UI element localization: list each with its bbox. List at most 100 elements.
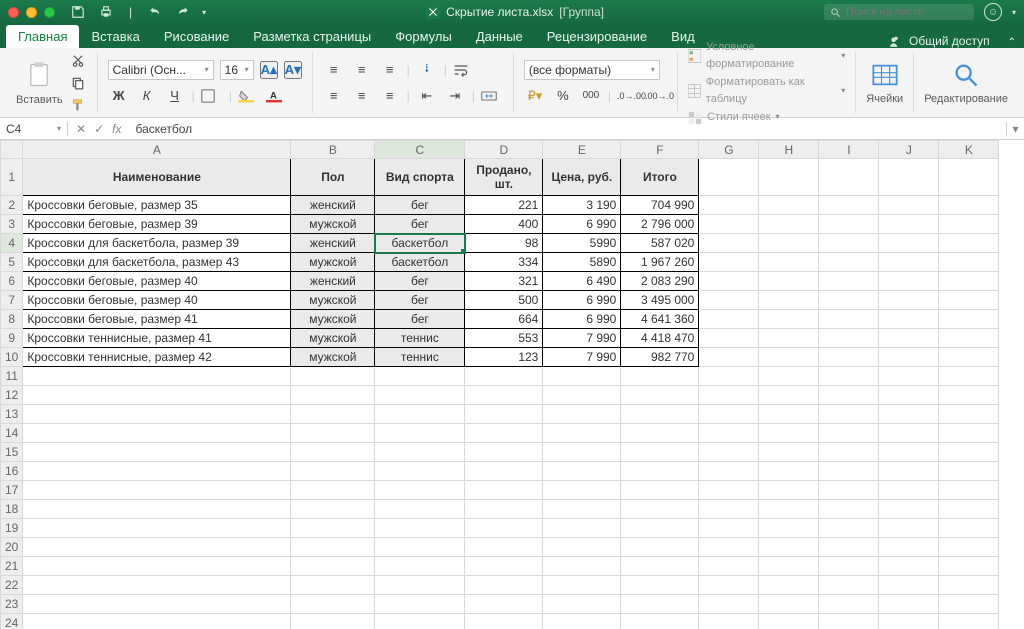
tab-insert[interactable]: Вставка — [79, 25, 151, 48]
cell[interactable] — [759, 405, 819, 424]
row-4[interactable]: 4Кроссовки для баскетбола, размер 39женс… — [1, 234, 999, 253]
cell[interactable] — [699, 405, 759, 424]
cell[interactable] — [375, 424, 465, 443]
row-header[interactable]: 20 — [1, 538, 23, 557]
merge-cells-icon[interactable] — [481, 86, 503, 106]
cell[interactable] — [375, 443, 465, 462]
cell[interactable]: 500 — [465, 291, 543, 310]
cell[interactable] — [23, 519, 291, 538]
cell[interactable]: Кроссовки беговые, размер 40 — [23, 272, 291, 291]
cell[interactable] — [23, 614, 291, 629]
cell[interactable] — [375, 538, 465, 557]
cell[interactable] — [621, 481, 699, 500]
cell[interactable]: 5890 — [543, 253, 621, 272]
fill-color-button[interactable] — [238, 86, 260, 106]
cell[interactable] — [759, 310, 819, 329]
cell[interactable] — [759, 329, 819, 348]
cell[interactable] — [759, 386, 819, 405]
cell[interactable] — [699, 367, 759, 386]
row-header[interactable]: 2 — [1, 196, 23, 215]
row-14[interactable]: 14 — [1, 424, 999, 443]
cell[interactable] — [759, 538, 819, 557]
cell[interactable] — [621, 462, 699, 481]
increase-decimal-icon[interactable]: .0→.00 — [617, 86, 639, 106]
cell[interactable] — [699, 614, 759, 629]
cell[interactable]: 98 — [465, 234, 543, 253]
cell[interactable] — [375, 367, 465, 386]
row-3[interactable]: 3Кроссовки беговые, размер 39мужскойбег4… — [1, 215, 999, 234]
print-icon[interactable] — [97, 3, 115, 21]
cell[interactable] — [699, 481, 759, 500]
cell[interactable] — [465, 595, 543, 614]
row-header[interactable]: 15 — [1, 443, 23, 462]
copy-icon[interactable] — [69, 74, 87, 92]
cell[interactable]: женский — [291, 196, 375, 215]
row-1[interactable]: 1НаименованиеПолВид спортаПродано,шт.Цен… — [1, 159, 999, 196]
cell[interactable] — [291, 576, 375, 595]
cell[interactable] — [465, 500, 543, 519]
cell[interactable] — [543, 500, 621, 519]
cell[interactable] — [621, 443, 699, 462]
cell[interactable] — [879, 519, 939, 538]
cell[interactable] — [621, 500, 699, 519]
cell[interactable] — [621, 538, 699, 557]
cell[interactable]: 6 990 — [543, 215, 621, 234]
cell[interactable]: Итого — [621, 159, 699, 196]
undo-icon[interactable] — [146, 3, 164, 21]
row-header[interactable]: 12 — [1, 386, 23, 405]
cell[interactable] — [759, 272, 819, 291]
cell[interactable] — [819, 595, 879, 614]
row-header[interactable]: 8 — [1, 310, 23, 329]
paste-button[interactable]: Вставить — [16, 60, 63, 106]
row-header[interactable]: 3 — [1, 215, 23, 234]
cell[interactable] — [939, 253, 999, 272]
row-2[interactable]: 2Кроссовки беговые, размер 35женскийбег2… — [1, 196, 999, 215]
cell[interactable] — [465, 538, 543, 557]
italic-button[interactable]: К — [136, 86, 158, 106]
cell[interactable] — [699, 215, 759, 234]
row-header[interactable]: 22 — [1, 576, 23, 595]
underline-button[interactable]: Ч — [164, 86, 186, 106]
cell[interactable] — [465, 462, 543, 481]
col-D[interactable]: D — [465, 141, 543, 159]
cell[interactable] — [819, 291, 879, 310]
cell[interactable]: Кроссовки беговые, размер 41 — [23, 310, 291, 329]
cell[interactable] — [465, 405, 543, 424]
cell[interactable]: бег — [375, 291, 465, 310]
cell[interactable] — [759, 576, 819, 595]
cell[interactable] — [819, 159, 879, 196]
cell[interactable] — [543, 557, 621, 576]
col-H[interactable]: H — [759, 141, 819, 159]
row-header[interactable]: 17 — [1, 481, 23, 500]
col-G[interactable]: G — [699, 141, 759, 159]
row-19[interactable]: 19 — [1, 519, 999, 538]
cell[interactable]: Кроссовки теннисные, размер 42 — [23, 348, 291, 367]
cell[interactable] — [819, 310, 879, 329]
cell[interactable]: мужской — [291, 253, 375, 272]
cell[interactable] — [621, 557, 699, 576]
row-header[interactable]: 13 — [1, 405, 23, 424]
row-16[interactable]: 16 — [1, 462, 999, 481]
cell[interactable] — [375, 595, 465, 614]
cell[interactable]: бег — [375, 196, 465, 215]
tab-formulas[interactable]: Формулы — [383, 25, 464, 48]
cell[interactable]: Кроссовки для баскетбола, размер 43 — [23, 253, 291, 272]
cell[interactable] — [291, 538, 375, 557]
cell[interactable] — [23, 481, 291, 500]
cell[interactable] — [879, 538, 939, 557]
cell[interactable] — [621, 405, 699, 424]
number-format-select[interactable]: (все форматы)▾ — [524, 60, 660, 80]
col-E[interactable]: E — [543, 141, 621, 159]
cell[interactable] — [939, 614, 999, 629]
cell[interactable]: женский — [291, 234, 375, 253]
cell[interactable] — [819, 234, 879, 253]
cell[interactable] — [879, 595, 939, 614]
row-15[interactable]: 15 — [1, 443, 999, 462]
cell[interactable] — [939, 234, 999, 253]
cell[interactable] — [699, 462, 759, 481]
redo-icon[interactable] — [174, 3, 192, 21]
col-F[interactable]: F — [621, 141, 699, 159]
cell[interactable] — [699, 291, 759, 310]
cell[interactable] — [939, 348, 999, 367]
cell[interactable] — [879, 272, 939, 291]
